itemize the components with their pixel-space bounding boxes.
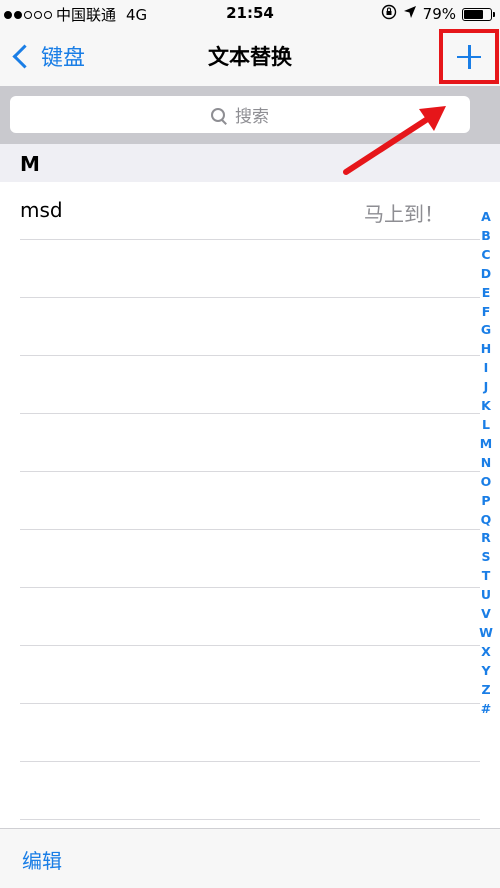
index-letter[interactable]: N [477,454,495,473]
index-letter[interactable]: S [477,548,495,567]
empty-row [0,646,500,704]
section-header-label: M [20,152,40,176]
index-letter[interactable]: V [477,605,495,624]
search-icon [211,107,225,122]
index-letter[interactable]: M [477,435,495,454]
index-letter[interactable]: Q [477,511,495,530]
location-icon [403,5,417,23]
index-letter[interactable]: R [477,529,495,548]
index-letter[interactable]: O [477,473,495,492]
index-letter[interactable]: P [477,492,495,511]
index-letter[interactable]: D [477,265,495,284]
index-letter[interactable]: A [477,208,495,227]
search-input[interactable]: 搜索 [10,96,470,133]
empty-row [0,530,500,588]
index-letter[interactable]: C [477,246,495,265]
shortcut-text: 马上到！ [364,202,444,226]
status-right: 79% [381,4,495,24]
battery-fill [464,9,483,19]
phrase-text: msd [20,198,63,222]
search-placeholder: 搜索 [235,107,269,127]
empty-row [0,704,500,762]
index-letter[interactable]: Y [477,662,495,681]
empty-row [0,588,500,646]
row-divider [20,819,480,820]
plus-icon [457,44,481,69]
index-letter[interactable]: K [477,397,495,416]
section-header: M [0,144,500,182]
index-letter[interactable]: W [477,624,495,643]
edit-button[interactable]: 编辑 [22,845,62,874]
index-letter[interactable]: Z [477,681,495,700]
battery-icon [462,7,495,21]
index-letter[interactable]: X [477,643,495,662]
index-letter[interactable]: T [477,567,495,586]
index-letter[interactable]: F [477,303,495,322]
page-title: 文本替换 [208,45,292,69]
navigation-bar: 键盘 文本替换 [0,28,500,86]
list-item[interactable]: msd 马上到！ [0,182,500,240]
index-letter[interactable]: B [477,227,495,246]
empty-row [0,298,500,356]
index-letter[interactable]: E [477,284,495,303]
section-index[interactable]: A B C D E F G H I J K L M N O P Q R S T U V W X Y Z # [477,208,495,718]
empty-row [0,240,500,298]
add-button[interactable] [439,29,499,84]
index-letter[interactable]: U [477,586,495,605]
empty-row [0,356,500,414]
battery-percent: 79% [422,5,456,23]
index-letter[interactable]: H [477,340,495,359]
rotation-lock-icon [381,4,397,24]
status-bar: 中国联通 4G 21:54 79% [0,0,500,28]
index-letter[interactable]: L [477,416,495,435]
index-letter[interactable]: # [477,700,495,719]
empty-row [0,762,500,820]
empty-row [0,472,500,530]
index-letter[interactable]: G [477,321,495,340]
search-bar: 搜索 [0,86,500,144]
empty-row [0,414,500,472]
index-letter[interactable]: I [477,359,495,378]
index-letter[interactable]: J [477,378,495,397]
bottom-toolbar: 编辑 [0,828,500,888]
replacement-list: msd 马上到！ [0,182,500,820]
